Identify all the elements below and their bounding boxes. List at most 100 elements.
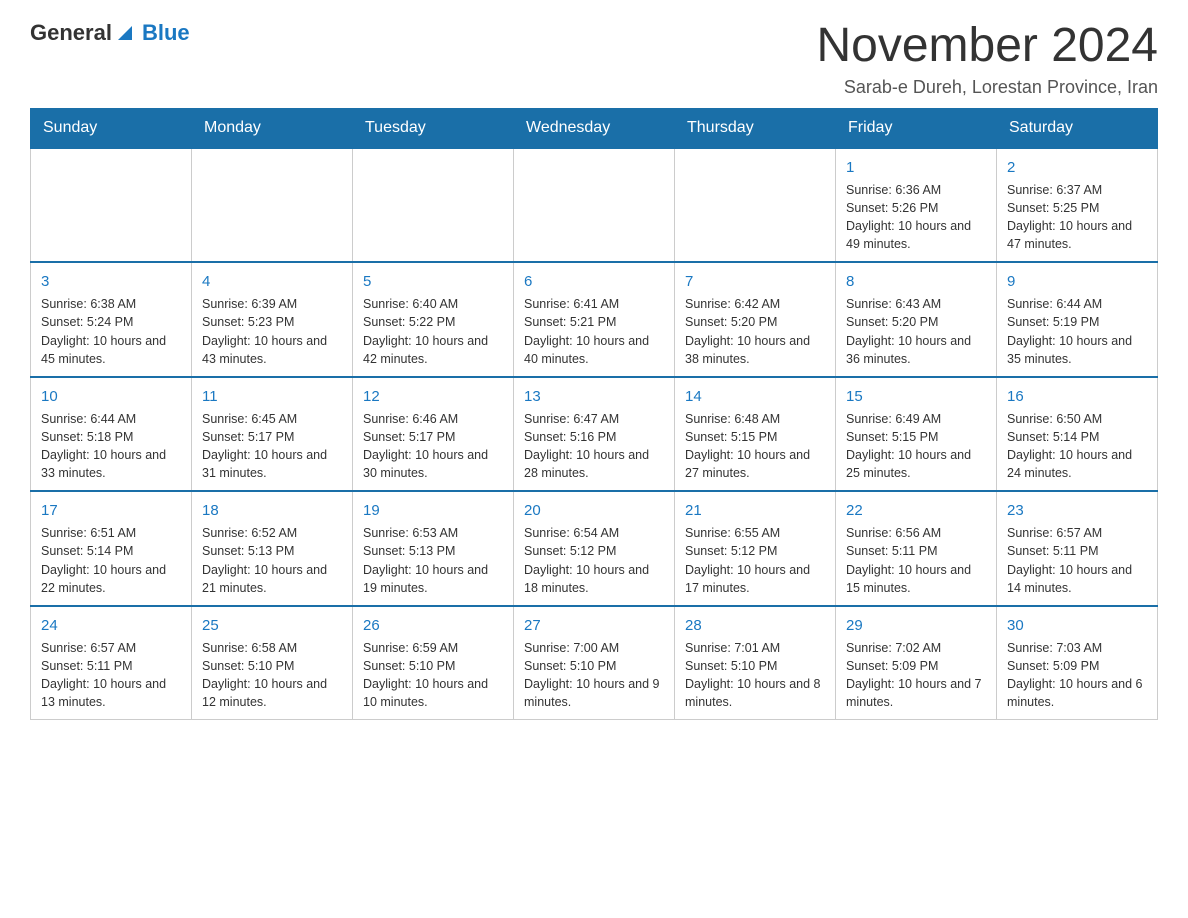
logo: General Blue — [30, 20, 190, 46]
title-area: November 2024 Sarab-e Dureh, Lorestan Pr… — [816, 20, 1158, 98]
calendar-week-row: 10Sunrise: 6:44 AM Sunset: 5:18 PM Dayli… — [31, 377, 1158, 492]
calendar-cell: 17 Sunrise: 6:51 AM Sunset: 5:14 PM Dayli… — [31, 491, 192, 606]
day-number: 1 — [846, 157, 986, 178]
day-info: Sunrise: 6:45 AM Sunset: 5:17 PM Dayligh… — [202, 410, 342, 483]
day-number: 5 — [363, 271, 503, 292]
calendar-cell: 4 Sunrise: 6:39 AM Sunset: 5:23 PM Daylig… — [192, 262, 353, 377]
calendar-cell: 11 Sunrise: 6:45 AM Sunset: 5:17 PM Dayli… — [192, 377, 353, 492]
calendar-cell: 14 Sunrise: 6:48 AM Sunset: 5:15 PM Dayli… — [675, 377, 836, 492]
day-info: Sunrise: 6:57 AM Sunset: 5:11 PM Dayligh… — [1007, 524, 1147, 597]
day-number: 17 — [41, 500, 181, 521]
day-number: 26 — [363, 615, 503, 636]
calendar-cell — [192, 148, 353, 263]
day-info: Sunrise: 6:46 AM Sunset: 5:17 PM Dayligh… — [363, 410, 503, 483]
day-info: Sunrise: 7:00 AM Sunset: 5:10 PM Dayligh… — [524, 639, 664, 712]
calendar-header-tuesday: Tuesday — [353, 108, 514, 148]
calendar-cell — [31, 148, 192, 263]
day-info: Sunrise: 6:39 AM Sunset: 5:23 PM Dayligh… — [202, 295, 342, 368]
day-number: 2 — [1007, 157, 1147, 178]
day-number: 23 — [1007, 500, 1147, 521]
calendar-week-row: 17 Sunrise: 6:51 AM Sunset: 5:14 PM Dayli… — [31, 491, 1158, 606]
day-number: 28 — [685, 615, 825, 636]
calendar-cell: 21 Sunrise: 6:55 AM Sunset: 5:12 PM Dayli… — [675, 491, 836, 606]
day-info: Sunrise: 6:51 AM Sunset: 5:14 PM Dayligh… — [41, 524, 181, 597]
day-number: 18 — [202, 500, 342, 521]
calendar-header-row: SundayMondayTuesdayWednesdayThursdayFrid… — [31, 108, 1158, 148]
calendar-cell: 7 Sunrise: 6:42 AM Sunset: 5:20 PM Daylig… — [675, 262, 836, 377]
day-number: 8 — [846, 271, 986, 292]
calendar-cell: 22Sunrise: 6:56 AM Sunset: 5:11 PM Dayli… — [836, 491, 997, 606]
day-info: Sunrise: 7:02 AM Sunset: 5:09 PM Dayligh… — [846, 639, 986, 712]
day-number: 12 — [363, 386, 503, 407]
calendar-cell: 10Sunrise: 6:44 AM Sunset: 5:18 PM Dayli… — [31, 377, 192, 492]
day-number: 7 — [685, 271, 825, 292]
calendar-header-wednesday: Wednesday — [514, 108, 675, 148]
calendar-cell: 2 Sunrise: 6:37 AM Sunset: 5:25 PM Daylig… — [997, 148, 1158, 263]
calendar-cell: 28 Sunrise: 7:01 AM Sunset: 5:10 PM Dayli… — [675, 606, 836, 720]
calendar-header-monday: Monday — [192, 108, 353, 148]
calendar-cell: 16Sunrise: 6:50 AM Sunset: 5:14 PM Dayli… — [997, 377, 1158, 492]
calendar-cell: 25 Sunrise: 6:58 AM Sunset: 5:10 PM Dayli… — [192, 606, 353, 720]
day-number: 13 — [524, 386, 664, 407]
logo-text-general: General — [30, 20, 112, 46]
calendar-cell: 24Sunrise: 6:57 AM Sunset: 5:11 PM Dayli… — [31, 606, 192, 720]
day-info: Sunrise: 6:36 AM Sunset: 5:26 PM Dayligh… — [846, 181, 986, 254]
calendar-cell — [353, 148, 514, 263]
day-number: 24 — [41, 615, 181, 636]
header-area: General Blue November 2024 Sarab-e Dureh… — [30, 20, 1158, 98]
calendar-cell: 29 Sunrise: 7:02 AM Sunset: 5:09 PM Dayli… — [836, 606, 997, 720]
day-info: Sunrise: 6:38 AM Sunset: 5:24 PM Dayligh… — [41, 295, 181, 368]
day-info: Sunrise: 6:48 AM Sunset: 5:15 PM Dayligh… — [685, 410, 825, 483]
day-number: 16 — [1007, 386, 1147, 407]
calendar-cell — [675, 148, 836, 263]
calendar-table: SundayMondayTuesdayWednesdayThursdayFrid… — [30, 108, 1158, 721]
calendar-week-row: 3 Sunrise: 6:38 AM Sunset: 5:24 PM Daylig… — [31, 262, 1158, 377]
day-number: 27 — [524, 615, 664, 636]
day-number: 4 — [202, 271, 342, 292]
calendar-cell: 19Sunrise: 6:53 AM Sunset: 5:13 PM Dayli… — [353, 491, 514, 606]
day-number: 9 — [1007, 271, 1147, 292]
calendar-header-thursday: Thursday — [675, 108, 836, 148]
day-info: Sunrise: 6:43 AM Sunset: 5:20 PM Dayligh… — [846, 295, 986, 368]
calendar-cell: 6 Sunrise: 6:41 AM Sunset: 5:21 PM Daylig… — [514, 262, 675, 377]
day-number: 25 — [202, 615, 342, 636]
day-number: 20 — [524, 500, 664, 521]
day-info: Sunrise: 6:42 AM Sunset: 5:20 PM Dayligh… — [685, 295, 825, 368]
day-info: Sunrise: 6:47 AM Sunset: 5:16 PM Dayligh… — [524, 410, 664, 483]
day-number: 3 — [41, 271, 181, 292]
day-info: Sunrise: 7:01 AM Sunset: 5:10 PM Dayligh… — [685, 639, 825, 712]
calendar-cell: 20 Sunrise: 6:54 AM Sunset: 5:12 PM Dayli… — [514, 491, 675, 606]
calendar-cell: 3 Sunrise: 6:38 AM Sunset: 5:24 PM Daylig… — [31, 262, 192, 377]
day-number: 21 — [685, 500, 825, 521]
day-info: Sunrise: 6:54 AM Sunset: 5:12 PM Dayligh… — [524, 524, 664, 597]
day-info: Sunrise: 6:37 AM Sunset: 5:25 PM Dayligh… — [1007, 181, 1147, 254]
day-number: 29 — [846, 615, 986, 636]
day-info: Sunrise: 6:55 AM Sunset: 5:12 PM Dayligh… — [685, 524, 825, 597]
calendar-week-row: 1 Sunrise: 6:36 AM Sunset: 5:26 PM Daylig… — [31, 148, 1158, 263]
day-info: Sunrise: 6:58 AM Sunset: 5:10 PM Dayligh… — [202, 639, 342, 712]
calendar-cell — [514, 148, 675, 263]
calendar-cell: 12 Sunrise: 6:46 AM Sunset: 5:17 PM Dayli… — [353, 377, 514, 492]
day-number: 22 — [846, 500, 986, 521]
calendar-cell: 15Sunrise: 6:49 AM Sunset: 5:15 PM Dayli… — [836, 377, 997, 492]
calendar-cell: 5 Sunrise: 6:40 AM Sunset: 5:22 PM Daylig… — [353, 262, 514, 377]
month-title: November 2024 — [816, 20, 1158, 73]
calendar-cell: 18Sunrise: 6:52 AM Sunset: 5:13 PM Dayli… — [192, 491, 353, 606]
calendar-cell: 13 Sunrise: 6:47 AM Sunset: 5:16 PM Dayli… — [514, 377, 675, 492]
calendar-week-row: 24Sunrise: 6:57 AM Sunset: 5:11 PM Dayli… — [31, 606, 1158, 720]
day-info: Sunrise: 6:53 AM Sunset: 5:13 PM Dayligh… — [363, 524, 503, 597]
logo-text-blue: Blue — [142, 20, 190, 45]
day-number: 14 — [685, 386, 825, 407]
calendar-cell: 27 Sunrise: 7:00 AM Sunset: 5:10 PM Dayli… — [514, 606, 675, 720]
day-info: Sunrise: 6:40 AM Sunset: 5:22 PM Dayligh… — [363, 295, 503, 368]
day-info: Sunrise: 6:41 AM Sunset: 5:21 PM Dayligh… — [524, 295, 664, 368]
day-info: Sunrise: 6:59 AM Sunset: 5:10 PM Dayligh… — [363, 639, 503, 712]
day-info: Sunrise: 6:44 AM Sunset: 5:19 PM Dayligh… — [1007, 295, 1147, 368]
day-number: 6 — [524, 271, 664, 292]
calendar-header-friday: Friday — [836, 108, 997, 148]
calendar-cell: 23 Sunrise: 6:57 AM Sunset: 5:11 PM Dayli… — [997, 491, 1158, 606]
day-number: 10 — [41, 386, 181, 407]
logo-triangle-icon — [114, 22, 136, 44]
day-info: Sunrise: 6:49 AM Sunset: 5:15 PM Dayligh… — [846, 410, 986, 483]
day-number: 11 — [202, 386, 342, 407]
